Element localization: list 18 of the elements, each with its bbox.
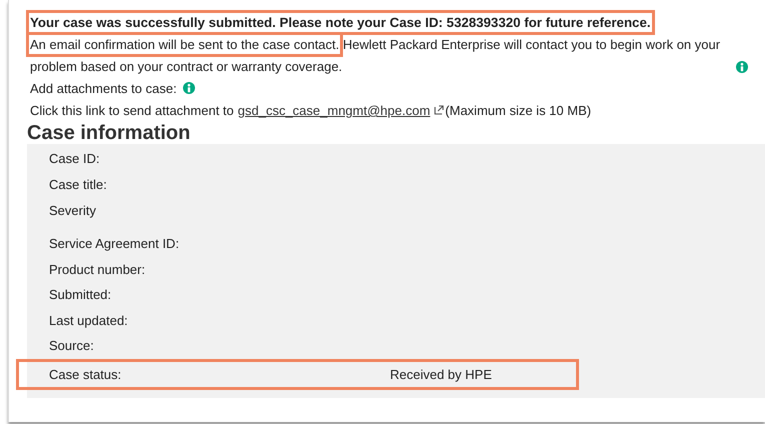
field-label: Service Agreement ID: [49, 236, 180, 252]
field-label: Case title: [49, 176, 108, 192]
field-label: Last updated: [49, 312, 129, 328]
field-label: Severity [49, 203, 97, 218]
attachment-instructions: Click this link to send attachment to [30, 103, 234, 118]
field-value: Received by HPE [390, 366, 492, 382]
size-limit-text: (Maximum size is 10 MB) [445, 103, 592, 118]
info-icon[interactable] [182, 82, 195, 94]
field-label: Case ID: [49, 151, 101, 166]
email-link[interactable]: gsd_csc_case_mngmt@hpe.com [238, 103, 430, 118]
attachments-label: Add attachments to case: [30, 81, 177, 96]
section-heading: Case information [27, 122, 192, 144]
field-label: Product number: [49, 262, 146, 277]
external-link-icon [434, 105, 444, 115]
field-label: Source: [49, 338, 95, 354]
field-label: Submitted: [49, 287, 112, 302]
info-icon[interactable] [736, 61, 748, 73]
field-label: Case status: [49, 366, 122, 382]
